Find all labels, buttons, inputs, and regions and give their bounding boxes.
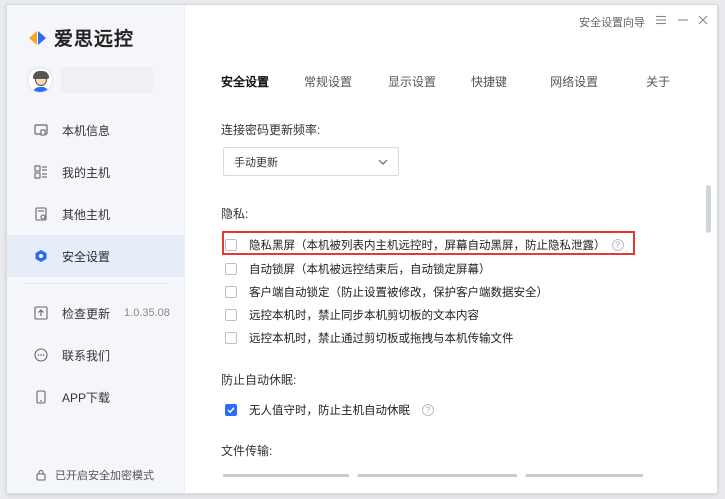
privacy-option-autolock[interactable]: 自动锁屏（本机被远控结束后，自动锁定屏幕） — [225, 261, 491, 277]
help-icon[interactable]: ? — [611, 239, 624, 251]
sidebar-divider — [25, 283, 167, 284]
safe-mode-status[interactable]: 已开启安全加密模式 — [35, 467, 154, 483]
shield-icon — [34, 249, 48, 263]
sidebar-item-label: 本机信息 — [62, 123, 111, 138]
sidebar-item-label: 其他主机 — [62, 207, 111, 222]
sidebar-item-contact[interactable]: 联系我们 — [7, 334, 185, 376]
tab-network[interactable]: 网络设置 — [550, 73, 598, 90]
sidebar-nav: 本机信息 我的主机 其他主机 安全设置 检查更新 1.0.35.08 联系我们 … — [7, 109, 185, 418]
user-name-redacted — [61, 67, 153, 93]
close-icon[interactable] — [696, 13, 710, 27]
tab-display[interactable]: 显示设置 — [388, 73, 436, 90]
settings-tabs: 安全设置 常规设置 显示设置 快捷键 网络设置 关于 — [221, 73, 670, 90]
option-label: 客户端自动锁定（防止设置被修改，保护客户端数据安全） — [249, 287, 548, 299]
password-freq-value: 手动更新 — [234, 156, 278, 169]
security-guide-link[interactable]: 安全设置向导 — [579, 14, 645, 30]
avatar[interactable] — [27, 67, 53, 93]
minimize-icon[interactable] — [676, 13, 690, 27]
logo-icon — [29, 30, 47, 46]
checkbox[interactable] — [225, 332, 237, 344]
sidebar-item-label: 我的主机 — [62, 165, 111, 180]
checkbox-checked[interactable] — [225, 404, 237, 416]
sidebar-item-label: 检查更新 — [62, 306, 111, 321]
password-freq-label: 连接密码更新频率: — [221, 123, 321, 137]
privacy-label: 隐私: — [221, 207, 249, 221]
option-label: 隐私黑屏（本机被列表内主机远控时，屏幕自动黑屏，防止隐私泄露） — [249, 240, 606, 252]
privacy-option-clipboard-text[interactable]: 远控本机时，禁止同步本机剪切板的文本内容 — [225, 307, 479, 323]
app-logo: 爱思远控 — [29, 24, 134, 51]
menu-icon[interactable] — [654, 13, 668, 27]
grid-icon — [34, 165, 48, 179]
privacy-option-file-transfer[interactable]: 远控本机时，禁止通过剪切板或拖拽与本机传输文件 — [225, 330, 514, 346]
tab-general[interactable]: 常规设置 — [304, 73, 352, 90]
file-transfer-label: 文件传输: — [221, 444, 273, 458]
sidebar-item-local-info[interactable]: 本机信息 — [7, 109, 185, 151]
chat-icon — [34, 348, 48, 362]
monitor-icon — [34, 123, 48, 137]
version-text: 1.0.35.08 — [124, 307, 170, 319]
sidebar: 爱思远控 本机信息 我的主机 其他主机 安全设置 检查更新 1.0.35.08 … — [7, 5, 185, 493]
app-window: 爱思远控 本机信息 我的主机 其他主机 安全设置 检查更新 1.0.35.08 … — [6, 4, 718, 494]
tab-shortcuts[interactable]: 快捷键 — [471, 73, 507, 90]
option-label: 自动锁屏（本机被远控结束后，自动锁定屏幕） — [249, 264, 491, 276]
sidebar-item-label: 联系我们 — [62, 348, 111, 363]
scrollbar-thumb[interactable] — [706, 185, 711, 233]
password-freq-select[interactable]: 手动更新 — [223, 147, 399, 176]
title-bar: 安全设置向导 — [185, 5, 717, 41]
device-icon — [34, 207, 48, 221]
safe-mode-label: 已开启安全加密模式 — [55, 470, 154, 482]
checkbox[interactable] — [225, 263, 237, 275]
sidebar-item-label: 安全设置 — [62, 249, 111, 264]
tab-security[interactable]: 安全设置 — [221, 73, 269, 90]
sleep-label: 防止自动休眠: — [221, 373, 297, 387]
sleep-option[interactable]: 无人值守时，防止主机自动休眠 ? — [225, 402, 434, 418]
checkbox[interactable] — [225, 239, 237, 251]
check-icon — [227, 407, 235, 414]
sidebar-item-label: APP下载 — [62, 390, 111, 405]
option-label: 远控本机时，禁止同步本机剪切板的文本内容 — [249, 310, 479, 322]
help-icon[interactable]: ? — [422, 404, 434, 416]
checkbox[interactable] — [225, 309, 237, 321]
lock-icon — [35, 469, 47, 481]
sidebar-item-my-hosts[interactable]: 我的主机 — [7, 151, 185, 193]
phone-icon — [34, 390, 48, 404]
sidebar-item-security[interactable]: 安全设置 — [7, 235, 185, 277]
sidebar-item-other-hosts[interactable]: 其他主机 — [7, 193, 185, 235]
option-label: 远控本机时，禁止通过剪切板或拖拽与本机传输文件 — [249, 333, 514, 345]
app-name: 爱思远控 — [54, 29, 135, 50]
upload-icon — [34, 306, 48, 320]
cut-off-content — [223, 470, 643, 478]
sidebar-item-check-update[interactable]: 检查更新 1.0.35.08 — [7, 292, 185, 334]
privacy-option-blackscreen[interactable]: 隐私黑屏（本机被列表内主机远控时，屏幕自动黑屏，防止隐私泄露） ? — [222, 231, 635, 255]
tab-about[interactable]: 关于 — [646, 73, 670, 90]
privacy-option-client-lock[interactable]: 客户端自动锁定（防止设置被修改，保护客户端数据安全） — [225, 284, 548, 300]
option-label: 无人值守时，防止主机自动休眠 — [249, 405, 410, 417]
chevron-down-icon — [378, 157, 388, 169]
user-profile[interactable] — [27, 67, 153, 93]
checkbox[interactable] — [225, 286, 237, 298]
sidebar-item-app-download[interactable]: APP下载 — [7, 376, 185, 418]
